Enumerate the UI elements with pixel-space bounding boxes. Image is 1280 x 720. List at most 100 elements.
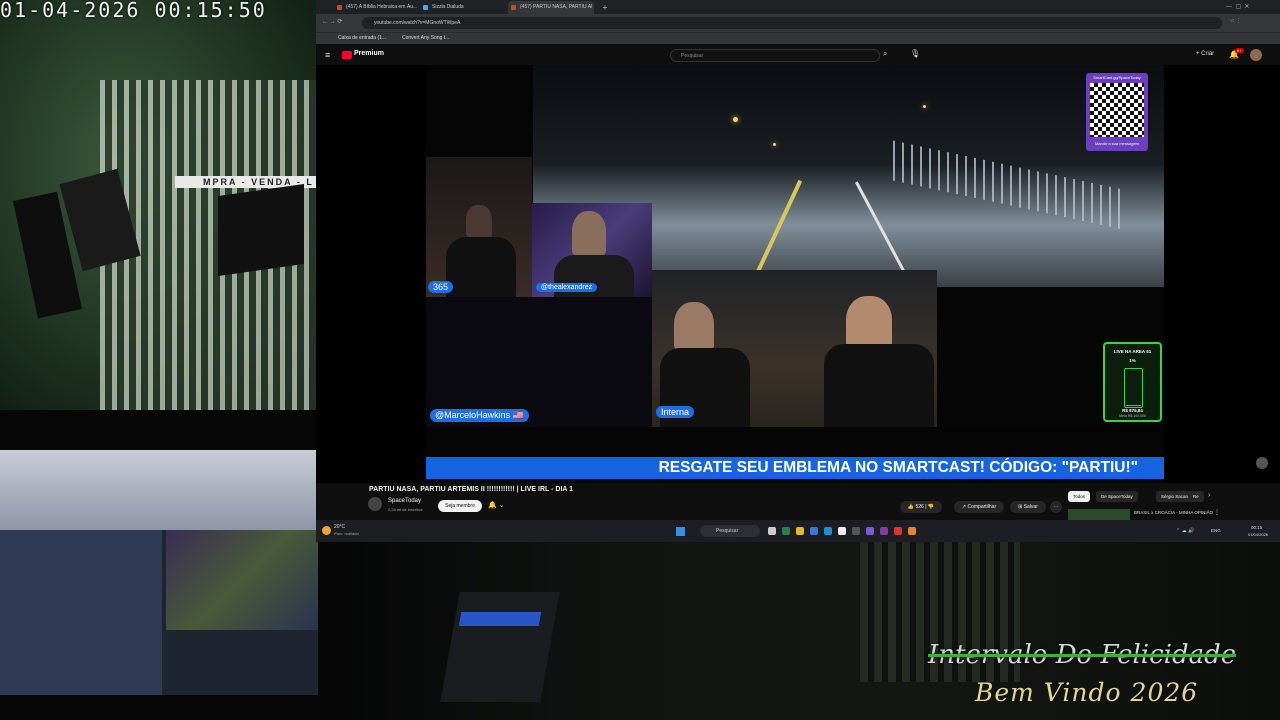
tab-bar: (457) A Bíblia Hebraica em Áu... Sizzla … <box>316 0 1280 14</box>
site-favicon-icon <box>423 5 428 10</box>
cam-label: @thealexandrez <box>536 283 598 292</box>
qr-header: SmartCast.gg/SpaceToday <box>1093 75 1141 80</box>
monitor-right-window <box>166 530 318 630</box>
browser-window: (457) A Bíblia Hebraica em Áu... Sizzla … <box>316 0 1280 520</box>
video-info-bar: PARTIU NASA, PARTIU ARTEMIS II !!!!!!!!!… <box>316 483 1280 520</box>
tray-time[interactable]: 00:15 <box>1251 525 1262 530</box>
tab-partiu-nasa[interactable]: (457) PARTIU NASA, PARTIU AI <box>508 1 594 14</box>
desk-monitor <box>0 450 318 695</box>
driver-head <box>846 296 892 348</box>
goal-battery-icon <box>1124 368 1143 408</box>
create-button[interactable]: + Criar <box>1196 51 1214 57</box>
more-vert-icon[interactable]: ⋮ <box>1214 509 1220 516</box>
input-language[interactable]: ENG <box>1211 528 1221 533</box>
share-button[interactable]: ↗ Compartilhar <box>954 501 1004 513</box>
windows-start-icon[interactable] <box>676 527 685 536</box>
street-lamp <box>923 105 926 108</box>
youtube-app-icon[interactable] <box>894 527 902 535</box>
wall-monitor <box>218 183 304 277</box>
chip-todos[interactable]: Todos <box>1068 491 1091 502</box>
bookmark-inbox[interactable]: Caixa de entrada (1... <box>338 35 386 41</box>
chevron-right-icon[interactable]: › <box>1208 492 1210 499</box>
bell-icon[interactable]: 🔔 ⌄ <box>488 501 505 509</box>
obs-icon[interactable] <box>880 527 888 535</box>
subscriber-count: 2,24 mi de inscritos <box>388 507 423 512</box>
url-field[interactable]: youtube.com/watch?v=MGnoWTWpeA <box>362 17 1222 29</box>
weather-desc: Parc. nublado <box>334 531 359 536</box>
guest-head <box>466 205 492 237</box>
smartcast-promo-banner: RESGATE SEU EMBLEMA NO SMARTCAST! CÓDIGO… <box>426 457 1164 479</box>
smartcast-qr-panel[interactable]: SmartCast.gg/SpaceToday Mande a sua mens… <box>1086 73 1148 151</box>
nav-arrows-icon[interactable]: ← → ⟳ <box>322 18 342 25</box>
footer-subtitle: Bem Vindo 2026 <box>975 678 1199 707</box>
qr-code-icon <box>1090 83 1144 137</box>
channel-watermark-icon[interactable] <box>1256 457 1268 469</box>
bridge-railing <box>893 140 1123 230</box>
chrome-icon[interactable] <box>782 527 790 535</box>
star-icon[interactable]: ☆ ⋮ <box>1230 18 1241 24</box>
youtube-logo-icon[interactable] <box>342 51 352 59</box>
channel-name[interactable]: SpaceToday <box>388 498 421 504</box>
goal-amount: R$ 875,84 <box>1122 408 1143 413</box>
youtube-search-input[interactable]: Pesquisar <box>670 49 880 62</box>
qr-footer: Mande a sua mensagem <box>1094 141 1140 146</box>
monitor-glow <box>458 612 542 626</box>
tab-sizzla[interactable]: Sizzla Dialuda <box>420 1 506 14</box>
tray-icons[interactable]: ⌃ ☁ 🔊 <box>1176 528 1194 534</box>
goal-percent: 1% <box>1129 358 1136 363</box>
monitor-browser-header <box>0 450 318 530</box>
footer-title: Intervalo Do Felicidade <box>928 640 1237 670</box>
guest-head <box>572 211 606 255</box>
youtube-premium-logo[interactable]: Premium <box>354 50 384 57</box>
edge-icon[interactable] <box>810 527 818 535</box>
driver-body <box>824 344 934 427</box>
save-button[interactable]: ⊞ Salvar <box>1010 501 1046 513</box>
new-tab-button[interactable]: + <box>598 1 612 14</box>
like-dislike-button[interactable]: 👍 526 | 👎 <box>900 501 942 513</box>
cam-timestamp: 01-04-2026 00:15:50 <box>0 0 267 22</box>
window-controls[interactable]: — ▢ ✕ <box>1226 3 1249 10</box>
goal-progress-fill <box>1126 405 1141 406</box>
guest-cam-365: 365 <box>426 157 532 297</box>
live-area51-goal-widget: LIVE NA AREA 51 1% R$ 875,84 Meta R$ 100… <box>1103 342 1162 422</box>
terminal-icon[interactable] <box>852 527 860 535</box>
address-bar: ← → ⟳ youtube.com/watch?v=MGnoWTWpeA ☆ ⋮ <box>316 14 1280 32</box>
avatar[interactable] <box>1250 49 1262 61</box>
join-button[interactable]: Seja membro <box>438 500 482 512</box>
windows-taskbar: 20°C Parc. nublado Pesquisar ⌃ ☁ 🔊 ENG 0… <box>316 520 1280 542</box>
bookmark-convert[interactable]: Convert Any Song t... <box>402 35 449 41</box>
microphone-icon[interactable]: 🎙 <box>910 49 920 58</box>
store-icon[interactable] <box>824 527 832 535</box>
tray-date[interactable]: 01/04/2026 <box>1248 532 1268 537</box>
discord-icon[interactable] <box>866 527 874 535</box>
search-icon[interactable]: ⌕ <box>883 49 887 59</box>
task-view-icon[interactable] <box>768 527 776 535</box>
weather-temp: 20°C <box>334 524 346 530</box>
guest-cam-alexandre: @thealexandrez <box>532 203 652 297</box>
street-lamp <box>773 143 776 146</box>
goal-title: LIVE NA AREA 51 <box>1113 349 1152 354</box>
youtube-header: ≡ Premium Pesquisar ⌕ 🎙 + Criar 🔔 9+ <box>316 45 1280 65</box>
chip-spacetoday[interactable]: De SpaceToday <box>1096 491 1138 502</box>
youtube-favicon-icon <box>511 5 516 10</box>
monitor-left-window <box>0 530 162 695</box>
recommended-title[interactable]: BRASIL x CROÁCIA - MINHA OPINIÃO <box>1134 510 1214 516</box>
recommended-thumbnail[interactable] <box>1068 509 1130 520</box>
vlc-icon[interactable] <box>908 527 916 535</box>
video-player[interactable]: SmartCast.gg/SpaceToday Mande a sua mens… <box>316 65 1280 483</box>
cam-label: @MarceloHawkins 🇺🇸 <box>430 409 529 422</box>
notepad-icon[interactable] <box>838 527 846 535</box>
youtube-favicon-icon <box>337 5 342 10</box>
channel-avatar[interactable] <box>368 497 382 511</box>
more-options-icon[interactable]: ⋯ <box>1050 501 1062 513</box>
taskbar-search[interactable]: Pesquisar <box>700 525 760 537</box>
tab-biblia[interactable]: (457) A Bíblia Hebraica em Áu... <box>334 1 418 14</box>
passenger-head <box>674 302 714 350</box>
video-title: PARTIU NASA, PARTIU ARTEMIS II !!!!!!!!!… <box>369 486 574 493</box>
chip-more[interactable]: Re <box>1188 491 1204 502</box>
menu-icon[interactable]: ≡ <box>325 50 330 60</box>
cam-label: 365 <box>428 281 454 293</box>
weather-icon[interactable] <box>322 526 331 535</box>
file-explorer-icon[interactable] <box>796 527 804 535</box>
security-cam-desk <box>0 410 320 720</box>
